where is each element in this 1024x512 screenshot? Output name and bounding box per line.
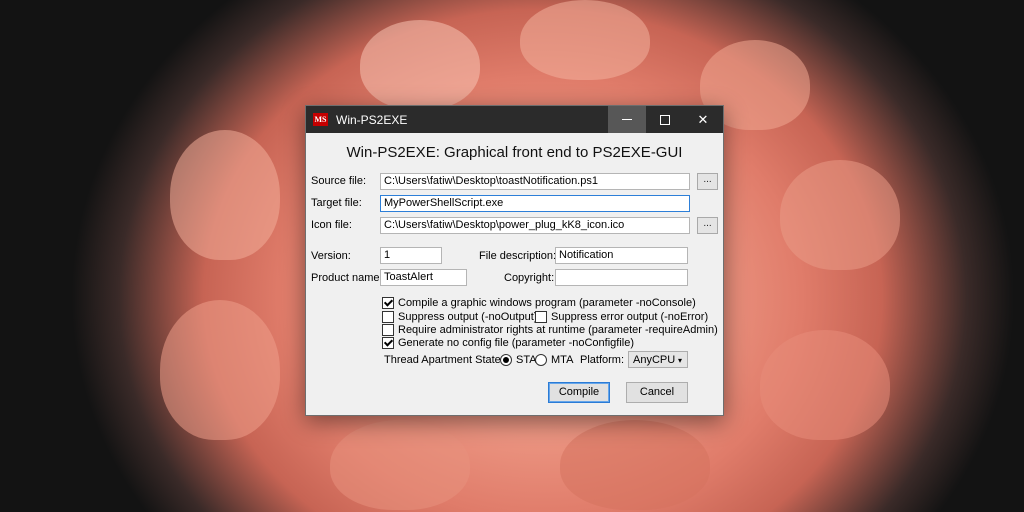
- dialog-heading: Win-PS2EXE: Graphical front end to PS2EX…: [346, 144, 683, 161]
- mta-label: MTA: [551, 354, 574, 366]
- file-description-input[interactable]: Notification: [555, 247, 688, 264]
- require-admin-option[interactable]: Require administrator rights at runtime …: [382, 324, 718, 336]
- maximize-button[interactable]: [646, 106, 684, 133]
- maximize-icon: [660, 114, 670, 125]
- copyright-input[interactable]: [555, 269, 688, 286]
- sta-option[interactable]: STA: [500, 354, 537, 366]
- icon-browse-button[interactable]: ...: [697, 217, 718, 234]
- title-bar[interactable]: MS Win-PS2EXE ✕: [306, 106, 723, 133]
- icon-file-input[interactable]: C:\Users\fatiw\Desktop\power_plug_kK8_ic…: [380, 217, 690, 234]
- mta-radio[interactable]: [535, 354, 547, 366]
- target-file-input[interactable]: MyPowerShellScript.exe: [380, 195, 690, 212]
- target-file-label: Target file:: [311, 197, 362, 209]
- no-error-checkbox[interactable]: [535, 311, 547, 323]
- no-output-checkbox[interactable]: [382, 311, 394, 323]
- product-name-input[interactable]: ToastAlert: [380, 269, 467, 286]
- platform-label: Platform:: [580, 354, 625, 366]
- source-browse-button[interactable]: ...: [697, 173, 718, 190]
- require-admin-checkbox[interactable]: [382, 324, 394, 336]
- require-admin-label: Require administrator rights at runtime …: [398, 324, 718, 336]
- no-output-label: Suppress output (-noOutput): [398, 311, 538, 323]
- close-icon: ✕: [697, 111, 709, 127]
- no-console-label: Compile a graphic windows program (param…: [398, 297, 696, 309]
- minimize-button[interactable]: [608, 106, 646, 133]
- no-configfile-option[interactable]: Generate no config file (parameter -noCo…: [382, 337, 634, 349]
- copyright-label: Copyright:: [504, 272, 555, 284]
- cancel-button[interactable]: Cancel: [626, 382, 688, 403]
- no-configfile-label: Generate no config file (parameter -noCo…: [398, 337, 635, 349]
- thread-apartment-label: Thread Apartment State:: [384, 354, 504, 366]
- version-input[interactable]: 1: [380, 247, 442, 264]
- source-file-input[interactable]: C:\Users\fatiw\Desktop\toastNotification…: [380, 173, 690, 190]
- close-button[interactable]: ✕: [684, 106, 722, 133]
- no-output-option[interactable]: Suppress output (-noOutput): [382, 311, 537, 323]
- icon-file-label: Icon file:: [311, 219, 352, 231]
- window-title: Win-PS2EXE: [336, 112, 408, 127]
- version-label: Version:: [311, 250, 351, 262]
- source-file-label: Source file:: [311, 175, 367, 187]
- no-error-label: Suppress error output (-noError): [551, 311, 709, 323]
- app-icon: MS: [313, 113, 328, 126]
- file-description-label: File description:: [479, 250, 557, 262]
- win-ps2exe-window: MS Win-PS2EXE ✕ Win-PS2EXE: Graphical fr…: [305, 105, 724, 416]
- product-name-label: Product name:: [311, 272, 383, 284]
- mta-option[interactable]: MTA: [535, 354, 573, 366]
- chevron-down-icon: ▾: [677, 356, 682, 365]
- no-console-checkbox[interactable]: [382, 297, 394, 309]
- no-error-option[interactable]: Suppress error output (-noError): [535, 311, 708, 323]
- minimize-icon: [622, 119, 632, 120]
- compile-button[interactable]: Compile: [548, 382, 610, 403]
- sta-label: STA: [516, 354, 537, 366]
- sta-radio[interactable]: [500, 354, 512, 366]
- platform-value: AnyCPU: [633, 354, 676, 366]
- no-console-option[interactable]: Compile a graphic windows program (param…: [382, 297, 696, 309]
- platform-select[interactable]: AnyCPU ▾: [628, 351, 688, 368]
- no-configfile-checkbox[interactable]: [382, 337, 394, 349]
